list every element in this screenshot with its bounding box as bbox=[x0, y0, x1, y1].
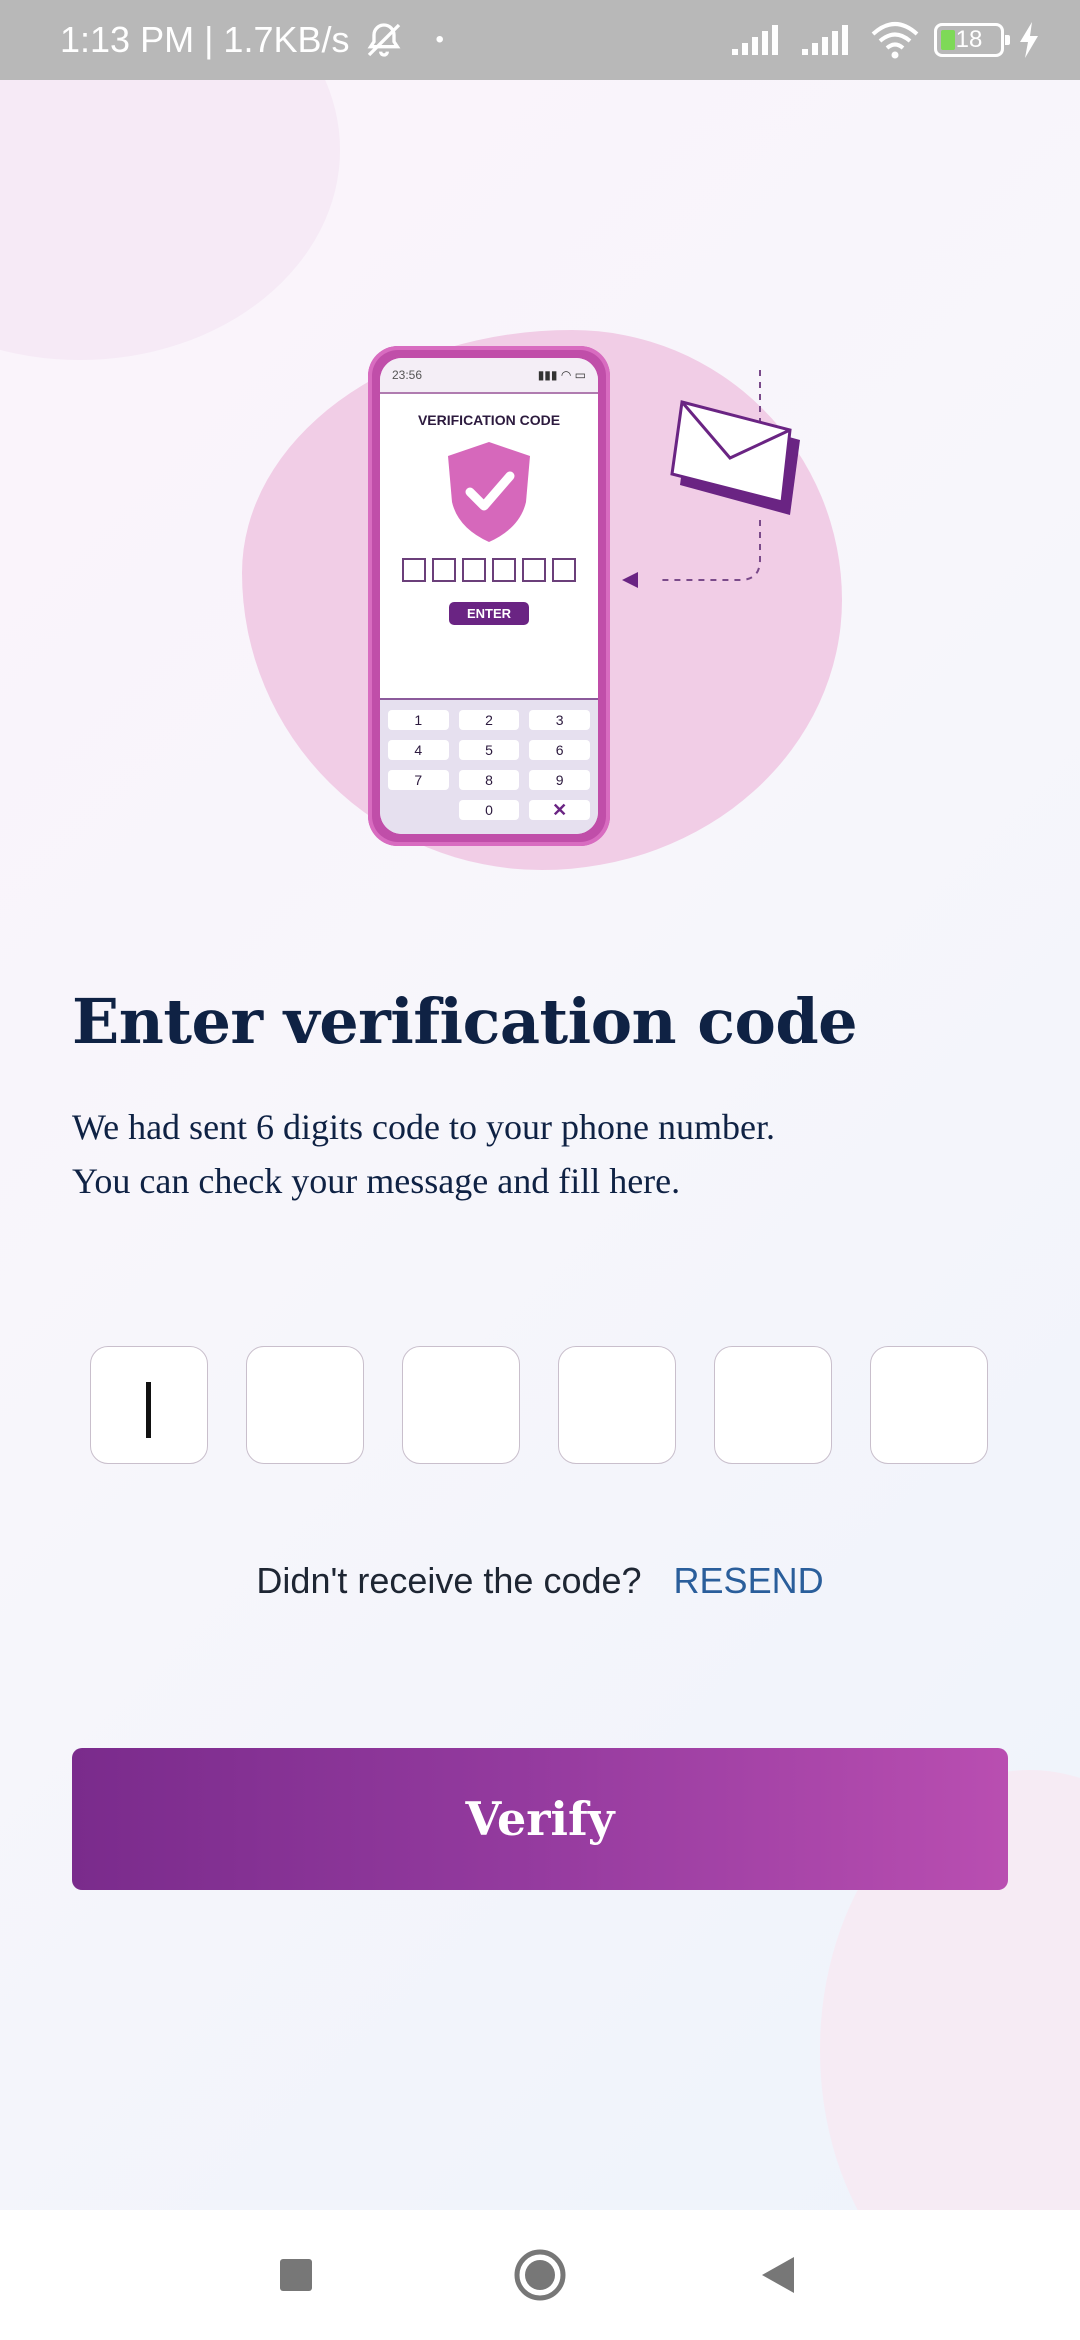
otp-digit-4[interactable] bbox=[558, 1346, 676, 1464]
text-cursor bbox=[146, 1382, 151, 1438]
charging-icon bbox=[1020, 22, 1038, 58]
phone-keypad: 123 456 789 0 ✕ bbox=[380, 698, 598, 834]
signal-icon bbox=[732, 25, 778, 55]
phone-enter-button: ENTER bbox=[449, 602, 529, 625]
status-time-speed: 1:13 PM | 1.7KB/s bbox=[60, 19, 350, 60]
home-icon bbox=[514, 2249, 566, 2301]
signal-icon bbox=[802, 25, 848, 55]
envelope-icon bbox=[660, 370, 800, 581]
recent-apps-button[interactable] bbox=[236, 2210, 356, 2340]
phone-status-icons: ▮▮▮ ◠ ▭ bbox=[537, 368, 586, 382]
otp-digit-2[interactable] bbox=[246, 1346, 364, 1464]
page-title: Enter verification code bbox=[72, 985, 858, 1058]
wifi-icon bbox=[871, 22, 919, 59]
arrow-icon bbox=[622, 572, 638, 588]
otp-digit-6[interactable] bbox=[870, 1346, 988, 1464]
otp-input-row bbox=[90, 1346, 990, 1466]
phone-title: VERIFICATION CODE bbox=[417, 412, 561, 428]
resend-row: Didn't receive the code? RESEND bbox=[0, 1560, 1080, 1602]
phone-time: 23:56 bbox=[392, 368, 423, 382]
verification-illustration: 23:56 ▮▮▮ ◠ ▭ VERIFICATION CODE ENTER 12… bbox=[230, 320, 850, 880]
page-subtitle: We had sent 6 digits code to your phone … bbox=[72, 1100, 1032, 1208]
resend-prompt: Didn't receive the code? bbox=[256, 1560, 642, 1601]
dot-icon: • bbox=[435, 26, 444, 53]
resend-link[interactable]: RESEND bbox=[674, 1560, 824, 1601]
status-bar: 1:13 PM | 1.7KB/s • 18 bbox=[0, 0, 1080, 80]
back-icon bbox=[762, 2257, 794, 2293]
subtitle-line: You can check your message and fill here… bbox=[72, 1161, 681, 1201]
home-button[interactable] bbox=[480, 2210, 600, 2340]
verify-button[interactable]: Verify bbox=[72, 1748, 1008, 1890]
shield-check-icon bbox=[448, 442, 530, 542]
recent-apps-icon bbox=[280, 2259, 312, 2291]
back-button[interactable] bbox=[718, 2210, 838, 2340]
otp-digit-5[interactable] bbox=[714, 1346, 832, 1464]
subtitle-line: We had sent 6 digits code to your phone … bbox=[72, 1107, 775, 1147]
battery-icon: 18 bbox=[934, 23, 1010, 57]
phone-mockup: 23:56 ▮▮▮ ◠ ▭ VERIFICATION CODE ENTER 12… bbox=[368, 346, 610, 846]
otp-digit-3[interactable] bbox=[402, 1346, 520, 1464]
decorative-blob bbox=[0, 80, 340, 360]
phone-code-boxes bbox=[380, 558, 598, 582]
navigation-bar bbox=[0, 2210, 1080, 2340]
bell-muted-icon bbox=[367, 23, 400, 57]
